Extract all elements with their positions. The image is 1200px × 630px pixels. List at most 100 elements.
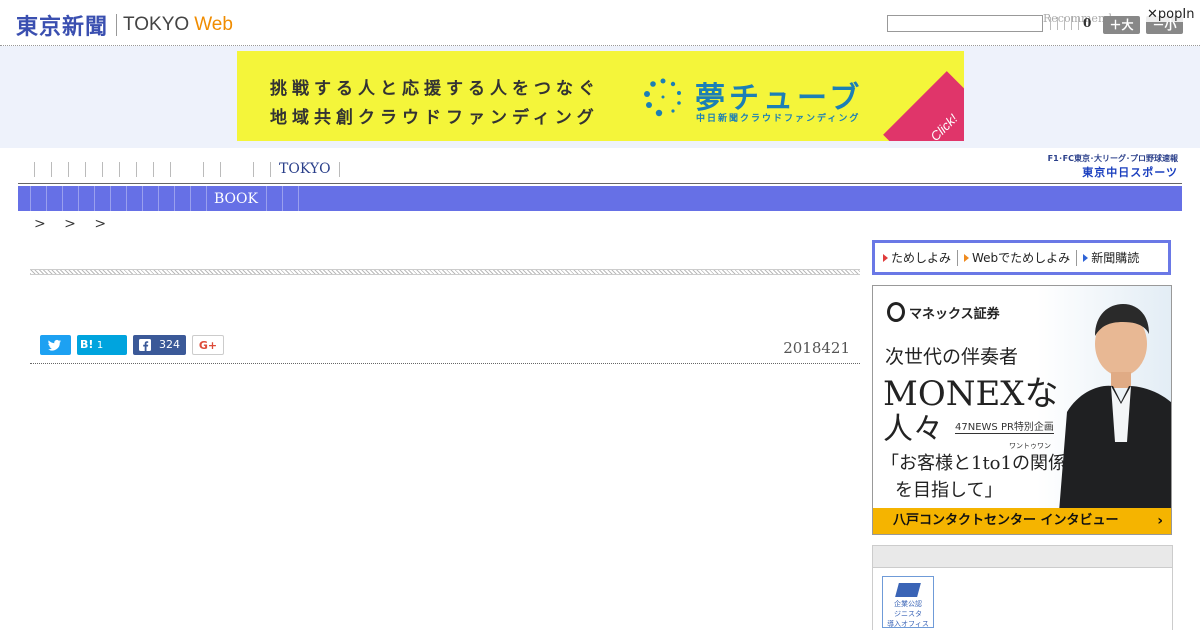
popin-label: popIn — [1157, 7, 1195, 22]
nav-divider — [206, 186, 207, 211]
nav-item-empty[interactable] — [78, 186, 79, 211]
person-photo — [1059, 304, 1171, 512]
red-arrow-icon — [883, 253, 888, 262]
twitter-share-button[interactable] — [40, 335, 71, 355]
nav-item-empty[interactable] — [30, 186, 31, 211]
nav-item-empty[interactable] — [281, 186, 283, 211]
nav-item-empty[interactable] — [220, 162, 221, 177]
logo-web: Web — [194, 14, 233, 35]
web-trial-read-label: Webでためしよみ — [972, 251, 1071, 265]
nav-item-empty[interactable] — [34, 162, 35, 177]
nav-divider — [297, 186, 299, 211]
dots-logo-icon — [644, 78, 681, 117]
monex-pr-tag: 47NEWS PR特別企画 — [955, 418, 1054, 434]
secondary-nav-items: BOOK — [30, 186, 314, 211]
nav-divider — [265, 186, 267, 211]
monex-cta-bar[interactable]: 八戸コンタクトセンター インタビュー › — [873, 508, 1171, 534]
separator — [1057, 17, 1058, 30]
site-header: 東京新聞 TOKYO Web Recommend 0 ＋大 －小 ✕popIn — [0, 0, 1200, 46]
nav-item-empty[interactable] — [85, 162, 86, 177]
monex-headline-1: 次世代の伴奏者 — [885, 346, 1019, 368]
hatena-icon: B! — [80, 338, 94, 351]
nav-item-empty[interactable] — [190, 186, 191, 211]
nav-item-tokyo[interactable]: TOKYO — [279, 161, 331, 177]
sidebar-panel: 企業公認 ジニスタ 導入オフィス 募集 — [872, 545, 1173, 630]
hatena-bookmark-button[interactable]: B! 1 — [77, 335, 127, 355]
ad-area: 挑戦する人と応援する人をつなぐ 地域共創クラウドファンディング 夢チューブ 中日… — [0, 46, 1200, 148]
header-separators — [1050, 17, 1079, 30]
separator — [1064, 17, 1065, 30]
office-recruit-thumbnail[interactable]: 企業公認 ジニスタ 導入オフィス 募集 — [882, 576, 934, 628]
nav-item-empty[interactable] — [174, 186, 175, 211]
logo-japanese: 東京新聞 — [16, 15, 109, 40]
font-size-large-button[interactable]: ＋大 — [1103, 16, 1140, 34]
nav-item-empty[interactable] — [46, 186, 47, 211]
nav-item-empty[interactable] — [170, 162, 171, 177]
separator — [1050, 17, 1051, 30]
nav-divider — [338, 162, 340, 177]
twitter-bird-icon — [48, 339, 61, 351]
facebook-share-button[interactable]: 324 — [133, 335, 186, 355]
trial-read-link[interactable]: ためしよみ — [879, 249, 955, 266]
chunichi-sports-link[interactable]: F1･FC東京･大リーグ･プロ野球速報 東京中日スポーツ — [1048, 153, 1178, 180]
facebook-icon — [139, 339, 151, 351]
monex-logo: マネックス証券 — [887, 302, 1000, 322]
nav-item-empty[interactable] — [203, 162, 204, 177]
breadcrumb[interactable]: > > > — [34, 216, 106, 232]
monex-headline-3: 人々 — [883, 412, 943, 447]
popin-close-button[interactable]: ✕popIn — [1145, 7, 1197, 22]
crowdfunding-banner[interactable]: 挑戦する人と応援する人をつなぐ 地域共創クラウドファンディング 夢チューブ 中日… — [237, 51, 964, 141]
monex-quote-2: を目指して」 — [895, 480, 1003, 501]
monex-logo-icon — [887, 302, 905, 322]
nav-item-empty[interactable] — [119, 162, 120, 177]
nav-item-empty[interactable] — [153, 162, 154, 177]
trial-links-box: ためしよみ Webでためしよみ 新聞購読 — [872, 240, 1171, 275]
monex-logo-text: マネックス証券 — [909, 306, 1000, 322]
article-title-rule — [30, 269, 860, 275]
nav-item-book[interactable]: BOOK — [214, 191, 258, 207]
separator — [1078, 17, 1079, 30]
monex-quote-1: 「お客様と1to1の関係 — [881, 453, 1066, 474]
search-input[interactable] — [887, 15, 1043, 32]
facebook-count: 324 — [159, 338, 180, 351]
sidebar-panel-header — [873, 546, 1172, 568]
web-trial-read-link[interactable]: Webでためしよみ — [960, 249, 1074, 266]
logo-english: TOKYO — [123, 14, 190, 35]
divider — [957, 249, 959, 266]
nav-item-empty[interactable] — [102, 162, 103, 177]
chunichi-sports-tagline: F1･FC東京･大リーグ･プロ野球速報 — [1047, 154, 1178, 163]
nav-item-empty[interactable] — [110, 186, 111, 211]
monex-cta-label: 八戸コンタクトセンター インタビュー — [893, 513, 1119, 528]
click-ribbon — [883, 71, 964, 141]
trial-read-label: ためしよみ — [891, 251, 952, 265]
divider — [1076, 249, 1078, 266]
subscribe-link[interactable]: 新聞購読 — [1079, 249, 1143, 266]
nav-item-empty[interactable] — [253, 162, 254, 177]
primary-nav-items: TOKYO — [34, 161, 356, 177]
share-row: B! 1 324 G+ 2018421 — [30, 334, 860, 364]
monex-ad[interactable]: マネックス証券 次世代の伴奏者 MONEXな 人々 47NEWS PR特別企画 … — [872, 285, 1172, 535]
nav-item-empty[interactable] — [142, 186, 143, 211]
banner-headline-2: 地域共創クラウドファンディング — [270, 108, 599, 128]
nav-divider — [270, 162, 271, 177]
brand-icon — [895, 583, 921, 597]
subscribe-label: 新聞購読 — [1091, 251, 1140, 265]
primary-nav: TOKYO F1･FC東京･大リーグ･プロ野球速報 東京中日スポーツ — [18, 153, 1182, 184]
logo-divider — [116, 14, 118, 36]
nav-item-empty[interactable] — [51, 162, 52, 177]
orange-arrow-icon — [964, 253, 970, 262]
nav-item-empty[interactable] — [94, 186, 95, 211]
banner-headline-1: 挑戦する人と応援する人をつなぐ — [270, 79, 600, 99]
nav-item-empty[interactable] — [62, 186, 63, 211]
nav-item-empty[interactable] — [68, 162, 69, 177]
blue-arrow-icon — [1083, 253, 1089, 262]
chevron-right-icon: › — [1157, 513, 1163, 529]
nav-item-empty[interactable] — [126, 186, 127, 211]
nav-item-empty[interactable] — [136, 162, 137, 177]
nav-item-empty[interactable] — [158, 186, 159, 211]
hatena-count: 1 — [96, 340, 104, 351]
google-plus-button[interactable]: G+ — [192, 335, 224, 355]
site-logo[interactable]: 東京新聞 TOKYO Web — [16, 9, 233, 41]
recommend-count: 0 — [1083, 16, 1092, 30]
secondary-nav: BOOK — [18, 186, 1182, 211]
